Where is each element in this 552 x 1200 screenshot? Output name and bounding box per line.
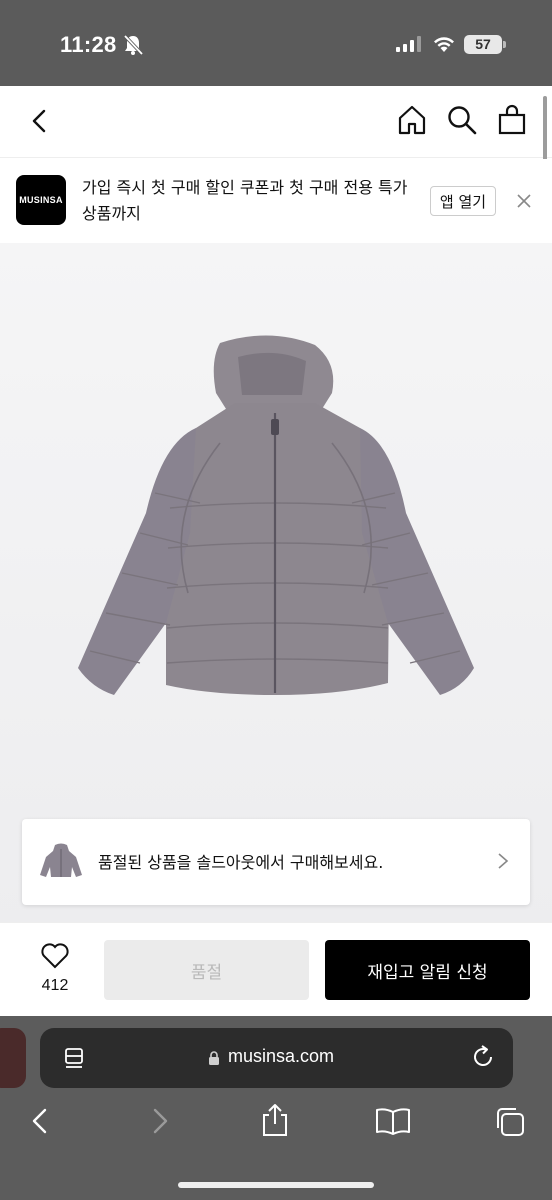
bookmarks-icon[interactable]	[375, 1106, 411, 1136]
page-menu-icon[interactable]	[62, 1046, 86, 1070]
address-bar[interactable]: musinsa.com	[40, 1028, 513, 1088]
cellular-signal-icon	[396, 36, 421, 52]
like-count: 412	[41, 977, 69, 994]
wifi-icon	[434, 37, 454, 52]
banner-message: 가입 즉시 첫 구매 할인 쿠폰과 첫 구매 전용 특가 상품까지	[82, 178, 408, 223]
bell-off-icon	[123, 34, 144, 56]
soldout-promo-card[interactable]: 품절된 상품을 솔드아웃에서 구매해보세요.	[22, 819, 530, 905]
status-time: 11:28	[60, 32, 117, 57]
battery-indicator: 57	[464, 35, 502, 54]
shopping-bag-icon[interactable]	[496, 104, 528, 136]
back-icon[interactable]	[24, 106, 54, 136]
previous-tab-preview[interactable]	[0, 1028, 26, 1088]
app-install-banner: MUSINSA 가입 즉시 첫 구매 할인 쿠폰과 첫 구매 전용 특가 상품까…	[0, 159, 552, 243]
web-page: MUSINSA 가입 즉시 첫 구매 할인 쿠폰과 첫 구매 전용 특가 상품까…	[0, 86, 552, 1016]
reload-icon[interactable]	[470, 1044, 496, 1070]
browser-forward-icon[interactable]	[148, 1106, 172, 1136]
tabs-icon[interactable]	[494, 1106, 526, 1138]
chevron-right-icon	[498, 853, 509, 869]
url-text: musinsa.com	[228, 1046, 335, 1066]
status-bar: 11:28 57	[0, 0, 552, 86]
home-icon[interactable]	[396, 104, 428, 136]
musinsa-logo: MUSINSA	[16, 175, 66, 225]
product-thumbnail	[38, 837, 84, 883]
browser-back-icon[interactable]	[28, 1106, 52, 1136]
like-button[interactable]: 412	[30, 941, 80, 995]
battery-level: 57	[475, 36, 491, 52]
search-icon[interactable]	[446, 104, 478, 136]
home-indicator	[178, 1182, 374, 1188]
purchase-bar: 412 품절 재입고 알림 신청	[0, 922, 552, 1016]
logo-text: MUSINSA	[19, 195, 63, 205]
soldout-promo-text: 품절된 상품을 솔드아웃에서 구매해보세요.	[98, 853, 384, 872]
browser-chrome: musinsa.com	[0, 1016, 552, 1200]
soldout-button: 품절	[104, 940, 309, 1000]
open-app-button[interactable]: 앱 열기	[430, 186, 496, 216]
battery-tip	[503, 41, 506, 48]
product-image	[78, 335, 474, 695]
restock-alert-button[interactable]: 재입고 알림 신청	[325, 940, 530, 1000]
close-icon[interactable]	[514, 191, 534, 211]
heart-icon	[41, 943, 69, 969]
lock-icon	[209, 1051, 219, 1065]
top-nav	[0, 86, 552, 158]
share-icon[interactable]	[260, 1102, 290, 1138]
